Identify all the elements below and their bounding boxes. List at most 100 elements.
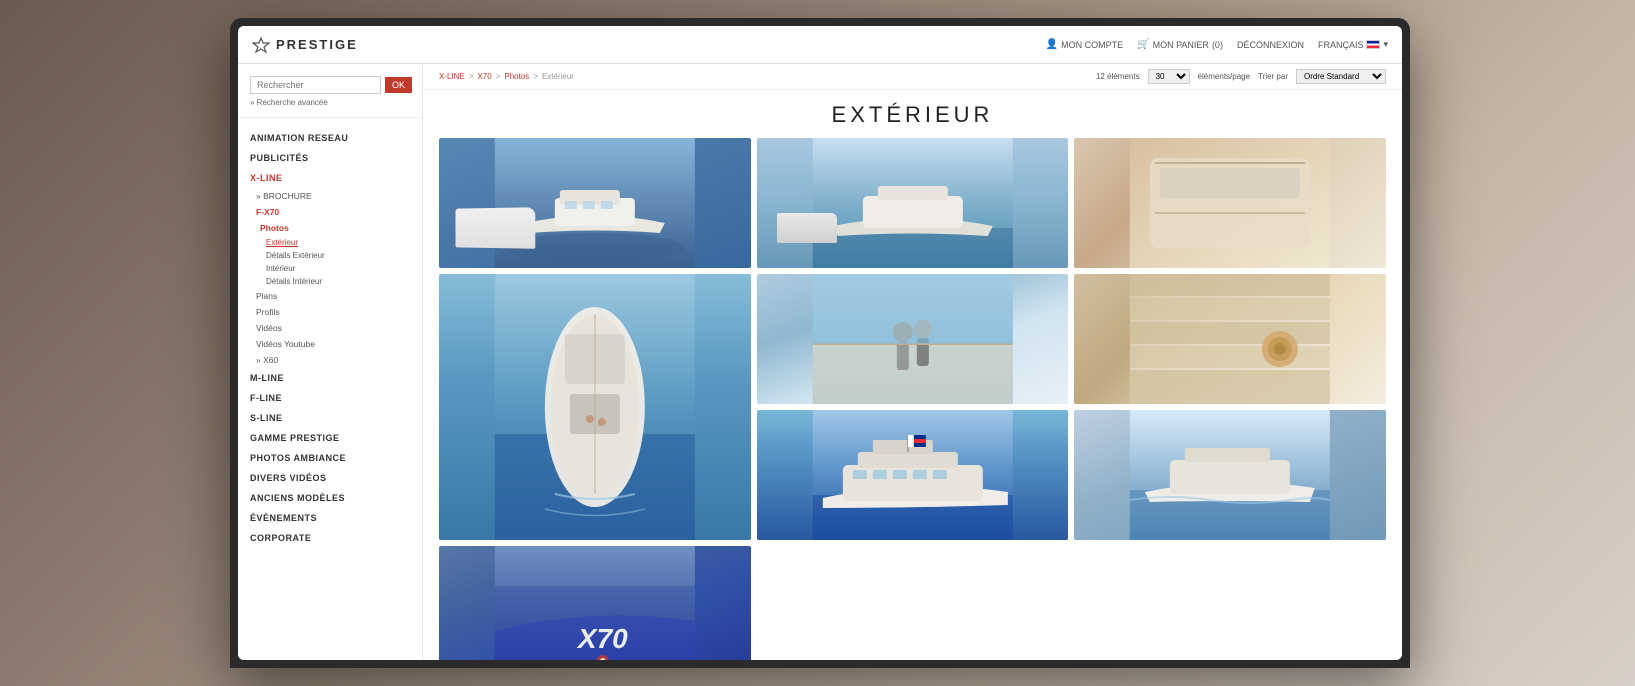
photo-cell-6[interactable] [1074, 274, 1386, 404]
sidebar-item-corporate[interactable]: CORPORATE [238, 528, 422, 548]
sidebar-sub-videos-youtube[interactable]: Vidéos Youtube [238, 336, 422, 352]
sidebar: OK » Recherche avancée ANIMATION RESEAU … [238, 64, 423, 660]
sidebar-item-label: PUBLICITÉS [250, 153, 309, 163]
search-advanced-link[interactable]: » Recherche avancée [250, 98, 410, 107]
sidebar-sub-label: Détails Extérieur [266, 251, 325, 260]
photo-cell-4-large[interactable] [439, 274, 751, 540]
sidebar-sub-label: Plans [256, 291, 277, 301]
breadcrumb-xline[interactable]: X-LINE [439, 72, 465, 81]
photo-cell-8[interactable] [1074, 410, 1386, 540]
sidebar-sub-label: Extérieur [266, 238, 298, 247]
nav-deconnexion[interactable]: DÉCONNEXION [1237, 40, 1304, 50]
sidebar-item-photos-ambiance[interactable]: PHOTOS AMBIANCE [238, 448, 422, 468]
sidebar-sub-label: Photos [260, 223, 289, 233]
screen: PRESTIGE 👤 MON COMPTE 🛒 MON PANIER (0) D… [238, 26, 1402, 660]
top-bar: PRESTIGE 👤 MON COMPTE 🛒 MON PANIER (0) D… [238, 26, 1402, 64]
sidebar-sub-profils[interactable]: Profils [238, 304, 422, 320]
logo-text: PRESTIGE [276, 37, 358, 52]
sidebar-item-label: DIVERS VIDÉOS [250, 473, 327, 483]
logo-area: PRESTIGE [252, 36, 358, 54]
account-icon: 👤 [1046, 39, 1058, 50]
sidebar-sub-plans[interactable]: Plans [238, 288, 422, 304]
per-page-select[interactable]: 30 50 100 [1148, 69, 1190, 84]
sidebar-sub-interieur[interactable]: Intérieur [238, 262, 422, 275]
sidebar-sub-label: Profils [256, 307, 280, 317]
sidebar-item-sline[interactable]: S-LINE [238, 408, 422, 428]
panier-count: (0) [1212, 40, 1223, 50]
photo-cell-1[interactable] [439, 138, 751, 268]
sidebar-item-label: F-LINE [250, 393, 282, 403]
pagination-bar: 12 éléments 30 50 100 éléments/page Trie… [1096, 69, 1386, 84]
search-input[interactable] [250, 76, 381, 94]
sidebar-item-anciens-modeles[interactable]: ANCIENS MODÈLES [238, 488, 422, 508]
sidebar-item-label: CORPORATE [250, 533, 311, 543]
sidebar-sub-details-int[interactable]: Détails Intérieur [238, 275, 422, 288]
page-title: EXTÉRIEUR [423, 102, 1402, 128]
sidebar-sub-label: » X60 [256, 355, 278, 365]
photo-cell-7[interactable] [757, 410, 1069, 540]
breadcrumb-sep2: > [496, 72, 501, 81]
content-area: X-LINE > X70 > Photos > Extérieur 12 élé… [423, 64, 1402, 660]
search-button[interactable]: OK [385, 77, 412, 93]
photo-cell-9[interactable]: X70 [439, 546, 751, 660]
nav-langue[interactable]: FRANÇAIS ▾ [1318, 39, 1388, 50]
sidebar-item-label: GAMME PRESTIGE [250, 433, 340, 443]
nav-account[interactable]: 👤 MON COMPTE [1046, 39, 1123, 50]
breadcrumb-photos[interactable]: Photos [504, 72, 529, 81]
sidebar-item-fline[interactable]: F-LINE [238, 388, 422, 408]
breadcrumb-current: Extérieur [542, 72, 574, 81]
prestige-logo-icon [252, 36, 270, 54]
sidebar-sub-brochure[interactable]: » BROCHURE [238, 188, 422, 204]
sidebar-item-label: S-LINE [250, 413, 283, 423]
sidebar-item-label: M-LINE [250, 373, 284, 383]
main-content: OK » Recherche avancée ANIMATION RESEAU … [238, 64, 1402, 660]
page-title-section: EXTÉRIEUR [423, 90, 1402, 138]
svg-text:X70: X70 [576, 623, 628, 654]
breadcrumb-x70[interactable]: X70 [477, 72, 491, 81]
sort-select[interactable]: Ordre Standard [1296, 69, 1386, 84]
account-label: MON COMPTE [1061, 40, 1123, 50]
sidebar-sub-label: Intérieur [266, 264, 295, 273]
top-nav: 👤 MON COMPTE 🛒 MON PANIER (0) DÉCONNEXIO… [1046, 39, 1388, 50]
sidebar-item-label: X-LINE [250, 173, 283, 183]
sidebar-sub-details-ext[interactable]: Détails Extérieur [238, 249, 422, 262]
sort-by-label: Trier par [1258, 72, 1288, 81]
sidebar-item-label: ÉVÈNEMENTS [250, 513, 317, 523]
sidebar-item-animation-reseau[interactable]: ANIMATION RESEAU [238, 128, 422, 148]
photo-grid: X70 [423, 138, 1402, 660]
sidebar-sub-x60[interactable]: » X60 [238, 352, 422, 368]
chevron-down-icon: ▾ [1383, 39, 1388, 50]
photo-cell-2[interactable] [757, 138, 1069, 268]
sidebar-sub-fx70[interactable]: F-X70 [238, 204, 422, 220]
panier-label: MON PANIER [1153, 40, 1209, 50]
photo-cell-3[interactable] [1074, 138, 1386, 268]
sidebar-item-mline[interactable]: M-LINE [238, 368, 422, 388]
breadcrumb: X-LINE > X70 > Photos > Extérieur [439, 72, 574, 81]
breadcrumb-bar: X-LINE > X70 > Photos > Extérieur 12 élé… [423, 64, 1402, 90]
sidebar-item-xline[interactable]: X-LINE [238, 168, 422, 188]
search-row: OK [250, 76, 410, 94]
search-area: OK » Recherche avancée [238, 76, 422, 118]
sidebar-item-label: PHOTOS AMBIANCE [250, 453, 346, 463]
sidebar-sub-label: Vidéos Youtube [256, 339, 315, 349]
sidebar-item-divers-videos[interactable]: DIVERS VIDÉOS [238, 468, 422, 488]
langue-label: FRANÇAIS [1318, 40, 1364, 50]
nav-panier[interactable]: 🛒 MON PANIER (0) [1137, 39, 1223, 50]
sidebar-sub-photos[interactable]: Photos [238, 220, 422, 236]
sidebar-item-gamme-prestige[interactable]: GAMME PRESTIGE [238, 428, 422, 448]
per-page-label: éléments/page [1198, 72, 1250, 81]
sidebar-item-label: ANIMATION RESEAU [250, 133, 348, 143]
sidebar-sub-videos[interactable]: Vidéos [238, 320, 422, 336]
breadcrumb-sep3: > [533, 72, 538, 81]
sidebar-sub-exterieur[interactable]: Extérieur [238, 236, 422, 249]
sidebar-item-publicites[interactable]: PUBLICITÉS [238, 148, 422, 168]
photo-cell-5[interactable] [757, 274, 1069, 404]
sidebar-item-evenements[interactable]: ÉVÈNEMENTS [238, 508, 422, 528]
flag-icon [1366, 40, 1380, 49]
sidebar-sub-label: » BROCHURE [256, 191, 312, 201]
element-count: 12 éléments [1096, 72, 1140, 81]
laptop-frame: PRESTIGE 👤 MON COMPTE 🛒 MON PANIER (0) D… [230, 18, 1410, 668]
sidebar-sub-label: Vidéos [256, 323, 282, 333]
sidebar-sub-label: F-X70 [256, 207, 279, 217]
cart-icon: 🛒 [1137, 39, 1149, 50]
